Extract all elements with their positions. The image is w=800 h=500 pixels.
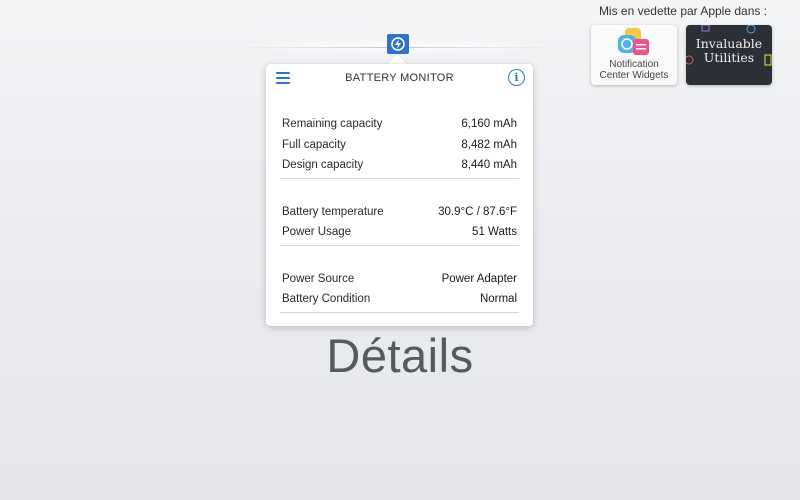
row-value: Power Adapter bbox=[441, 272, 517, 285]
row-value: 6,160 mAh bbox=[461, 118, 517, 131]
row-value: 8,482 mAh bbox=[461, 138, 517, 151]
list-item: Battery Condition Normal bbox=[282, 289, 517, 310]
list-item: Power Usage 51 Watts bbox=[282, 222, 517, 243]
row-value: 8,440 mAh bbox=[461, 159, 517, 172]
list-item: Remaining capacity 6,160 mAh bbox=[282, 114, 517, 135]
row-label: Full capacity bbox=[282, 138, 346, 151]
invaluable-utilities-badge[interactable]: Invaluable Utilities bbox=[686, 25, 772, 85]
row-label: Design capacity bbox=[282, 159, 364, 172]
row-label: Battery temperature bbox=[282, 205, 384, 218]
battery-bolt-icon[interactable] bbox=[387, 34, 409, 54]
list-item: Battery temperature 30.9°C / 87.6°F bbox=[282, 202, 517, 223]
row-label: Power Usage bbox=[282, 226, 352, 239]
badge-text: Invaluable Utilities bbox=[695, 36, 763, 65]
row-label: Battery Condition bbox=[282, 293, 371, 306]
notification-center-widgets-badge[interactable]: Notification Center Widgets bbox=[591, 25, 677, 85]
popover-header: BATTERY MONITOR i bbox=[266, 64, 533, 92]
divider bbox=[280, 311, 519, 313]
row-label: Remaining capacity bbox=[282, 118, 383, 131]
popover-title: BATTERY MONITOR bbox=[345, 72, 454, 84]
capacity-group: Remaining capacity 6,160 mAh Full capaci… bbox=[266, 92, 533, 176]
hamburger-icon[interactable] bbox=[276, 72, 290, 84]
power-group: Battery temperature 30.9°C / 87.6°F Powe… bbox=[266, 179, 533, 243]
widgets-icon bbox=[618, 28, 649, 55]
badge-text: Notification Center Widgets bbox=[599, 59, 669, 81]
list-item: Power Source Power Adapter bbox=[282, 269, 517, 290]
list-item: Design capacity 8,440 mAh bbox=[282, 155, 517, 176]
battery-monitor-popover: BATTERY MONITOR i Remaining capacity 6,1… bbox=[266, 64, 533, 326]
page-heading: Détails bbox=[326, 329, 474, 382]
info-icon[interactable]: i bbox=[508, 69, 525, 86]
source-group: Power Source Power Adapter Battery Condi… bbox=[266, 246, 533, 310]
list-item: Full capacity 8,482 mAh bbox=[282, 135, 517, 156]
row-label: Power Source bbox=[282, 272, 355, 285]
row-value: Normal bbox=[479, 293, 517, 306]
featured-label: Mis en vedette par Apple dans : bbox=[598, 4, 768, 18]
row-value: 51 Watts bbox=[472, 226, 517, 239]
row-value: 30.9°C / 87.6°F bbox=[438, 205, 517, 218]
